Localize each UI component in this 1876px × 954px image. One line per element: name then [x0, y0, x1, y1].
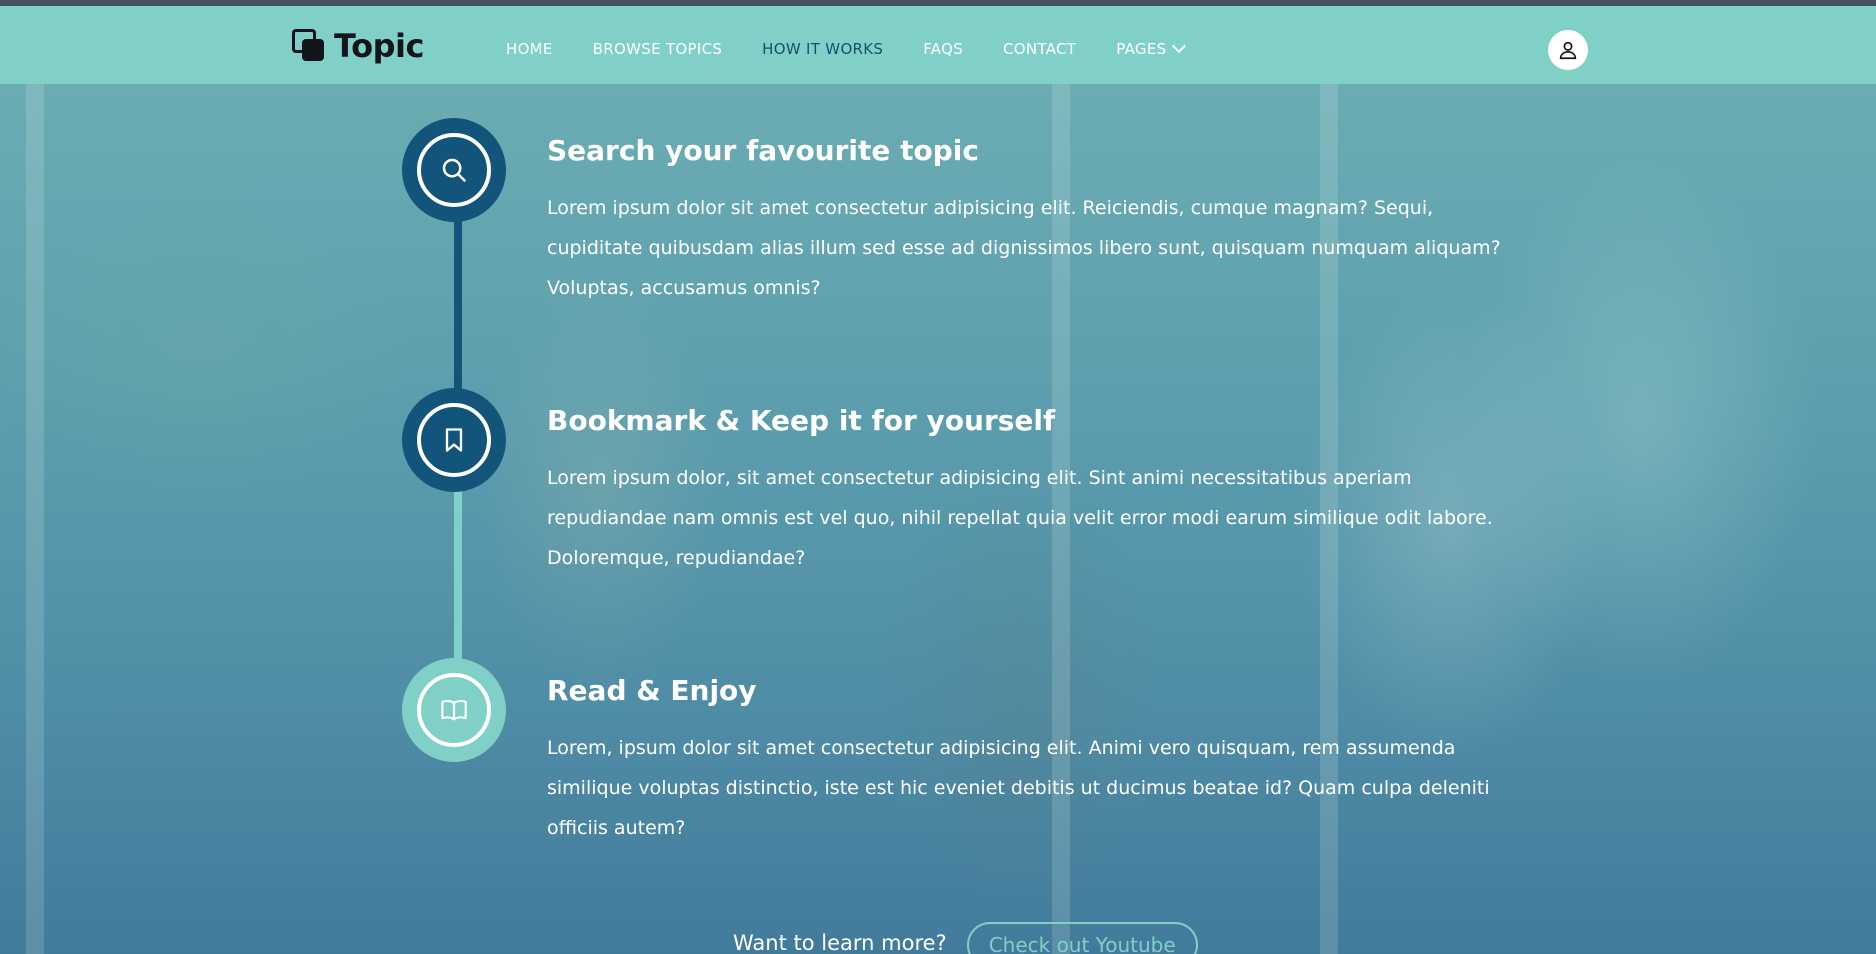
step-description: Lorem ipsum dolor sit amet consectetur a…	[547, 197, 1501, 299]
main-nav: HOME BROWSE TOPICS HOW IT WORKS FAQS CON…	[506, 38, 1224, 58]
book-icon	[441, 700, 467, 721]
nav-pages-dropdown[interactable]: PAGES	[1116, 38, 1187, 58]
step-title: Search your favourite topic	[547, 134, 980, 167]
cta-text: Want to learn more?	[733, 931, 947, 954]
step-description: Lorem, ipsum dolor sit amet consectetur …	[547, 737, 1490, 839]
nav-home[interactable]: HOME	[506, 40, 553, 58]
bookmark-icon	[445, 428, 463, 452]
step-icon-circle	[402, 658, 506, 762]
search-icon	[442, 158, 467, 183]
chevron-down-icon	[1172, 38, 1187, 54]
nav-how-it-works[interactable]: HOW IT WORKS	[762, 40, 883, 58]
brand-name: Topic	[334, 27, 424, 65]
nav-faqs[interactable]: FAQS	[923, 40, 963, 58]
nav-browse-topics[interactable]: BROWSE TOPICS	[593, 40, 722, 58]
brand-logo[interactable]: Topic	[292, 26, 424, 66]
step-description: Lorem ipsum dolor, sit amet consectetur …	[547, 467, 1493, 569]
navbar: Topic HOME BROWSE TOPICS HOW IT WORKS FA…	[0, 6, 1876, 84]
background-window-frame	[26, 84, 44, 954]
cta-row: Want to learn more? Check out Youtube	[733, 918, 1198, 954]
nav-pages-label: PAGES	[1116, 40, 1167, 58]
step-icon-circle	[402, 388, 506, 492]
user-account-button[interactable]	[1548, 30, 1588, 70]
youtube-button[interactable]: Check out Youtube	[966, 922, 1198, 954]
nav-contact[interactable]: CONTACT	[1003, 40, 1076, 58]
step-title: Read & Enjoy	[547, 674, 757, 707]
step-title: Bookmark & Keep it for yourself	[547, 404, 1056, 437]
logo-icon	[292, 29, 326, 63]
step-icon-circle	[402, 118, 506, 222]
user-icon	[1559, 41, 1577, 60]
